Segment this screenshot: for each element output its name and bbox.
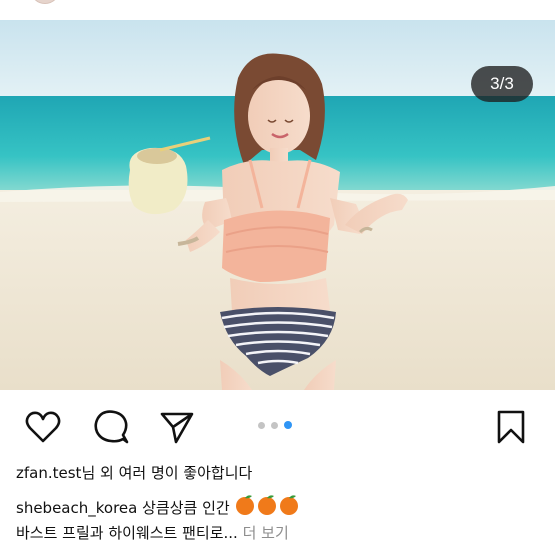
tangerine-emoji-group — [234, 495, 300, 517]
caption-text-2: 바스트 프릴과 하이웨스트 팬티로... — [16, 524, 238, 542]
likes-line: zfan.test님 외 여러 명이 좋아합니다 — [16, 462, 546, 484]
avatar[interactable] — [30, 0, 60, 4]
carousel-dot — [258, 421, 265, 429]
likes-username[interactable]: zfan.test — [16, 464, 81, 482]
heart-icon — [25, 411, 61, 443]
send-icon — [160, 412, 194, 444]
carousel-counter: 3/3 — [471, 66, 533, 102]
action-bar — [0, 400, 555, 452]
caption-username[interactable]: shebeach_korea — [16, 499, 137, 517]
comment-button[interactable] — [92, 408, 130, 446]
caption-text: 상큼상큼 인간 — [137, 499, 235, 517]
carousel-dot-active — [284, 421, 292, 429]
save-button[interactable] — [492, 408, 530, 446]
carousel-indicator — [258, 420, 292, 430]
tangerine-emoji — [236, 495, 299, 515]
share-button[interactable] — [158, 408, 196, 446]
comment-icon — [94, 410, 129, 444]
caption-line-2: 바스트 프릴과 하이웨스트 팬티로... 더 보기 — [16, 522, 546, 544]
more-link[interactable]: 더 보기 — [238, 524, 289, 542]
like-button[interactable] — [24, 408, 62, 446]
caption-line: shebeach_korea 상큼상큼 인간 — [16, 494, 546, 519]
carousel-dot — [271, 421, 278, 429]
bookmark-icon — [497, 410, 525, 444]
post-photo[interactable]: 3/3 — [0, 20, 555, 390]
likes-text: 님 외 여러 명이 좋아합니다 — [81, 464, 253, 482]
top-strip — [0, 0, 555, 20]
